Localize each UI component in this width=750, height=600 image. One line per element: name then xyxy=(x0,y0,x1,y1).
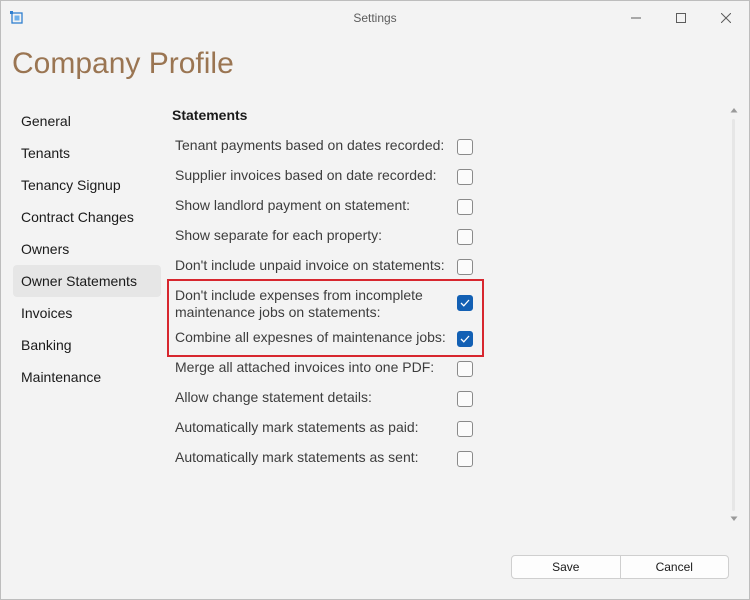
section-title: Statements xyxy=(172,107,248,123)
option-checkbox[interactable] xyxy=(457,199,473,215)
maximize-icon xyxy=(676,13,686,23)
option-label: Tenant payments based on dates recorded: xyxy=(175,137,445,153)
option-label: Automatically mark statements as sent: xyxy=(175,449,419,465)
sidebar-item-tenants[interactable]: Tenants xyxy=(13,137,161,169)
sidebar-item-maintenance[interactable]: Maintenance xyxy=(13,361,161,393)
settings-window: Settings Company Profile General Tenants… xyxy=(0,0,750,600)
option-checkbox[interactable] xyxy=(457,139,473,155)
option-checkbox[interactable] xyxy=(457,391,473,407)
option-checkbox[interactable] xyxy=(457,169,473,185)
sidebar-item-invoices[interactable]: Invoices xyxy=(13,297,161,329)
close-button[interactable] xyxy=(703,1,749,35)
option-checkbox[interactable] xyxy=(457,259,473,275)
close-icon xyxy=(721,13,731,23)
minimize-button[interactable] xyxy=(613,1,659,35)
option-label: Allow change statement details: xyxy=(175,389,372,405)
option-label: Automatically mark statements as paid: xyxy=(175,419,419,435)
highlight-box xyxy=(167,279,484,357)
scrollbar-track[interactable] xyxy=(732,119,735,511)
option-label: Don't include unpaid invoice on statemen… xyxy=(175,257,445,273)
option-label: Show landlord payment on statement: xyxy=(175,197,411,213)
page-title: Company Profile xyxy=(12,47,234,80)
sidebar-item-owner-statements[interactable]: Owner Statements xyxy=(13,265,161,297)
option-checkbox[interactable] xyxy=(457,451,473,467)
minimize-icon xyxy=(631,17,641,19)
save-button[interactable]: Save xyxy=(512,556,620,578)
option-checkbox[interactable] xyxy=(457,229,473,245)
scroll-up-icon[interactable] xyxy=(729,105,739,115)
option-label: Merge all attached invoices into one PDF… xyxy=(175,359,435,375)
sidebar-item-owners[interactable]: Owners xyxy=(13,233,161,265)
title-bar: Settings xyxy=(1,1,749,35)
sidebar-item-contract-changes[interactable]: Contract Changes xyxy=(13,201,161,233)
cancel-button[interactable]: Cancel xyxy=(619,556,729,578)
option-label: Show separate for each property: xyxy=(175,227,383,243)
footer-buttons: Save Cancel xyxy=(511,555,729,579)
sidebar-item-banking[interactable]: Banking xyxy=(13,329,161,361)
option-checkbox[interactable] xyxy=(457,421,473,437)
scroll-down-icon[interactable] xyxy=(729,514,739,524)
sidebar-item-general[interactable]: General xyxy=(13,105,161,137)
sidebar-item-tenancy-signup[interactable]: Tenancy Signup xyxy=(13,169,161,201)
option-label: Supplier invoices based on date recorded… xyxy=(175,167,437,183)
sidebar-nav: General Tenants Tenancy Signup Contract … xyxy=(13,105,161,393)
maximize-button[interactable] xyxy=(658,1,704,35)
option-checkbox[interactable] xyxy=(457,361,473,377)
